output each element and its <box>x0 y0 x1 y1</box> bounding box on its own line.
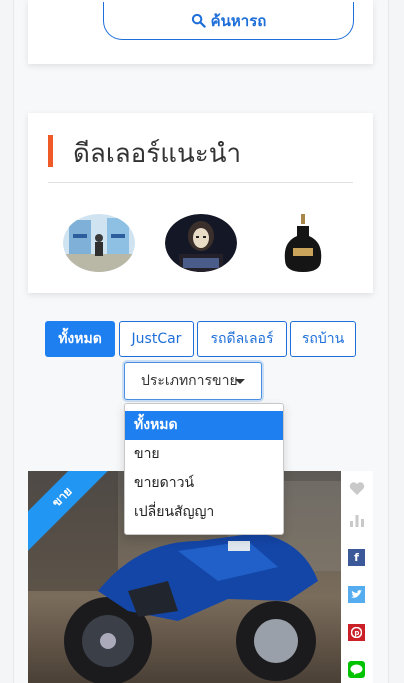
title-accent-bar <box>48 135 53 167</box>
dropdown-option-contract-transfer[interactable]: เปลี่ยนสัญญา <box>125 498 283 527</box>
dropdown-option-sale[interactable]: ขาย <box>125 440 283 469</box>
pinterest-icon[interactable]: p <box>348 624 365 641</box>
tab-justcar[interactable]: JustCar <box>119 321 194 357</box>
facebook-icon[interactable]: f <box>348 549 365 566</box>
section-title: ดีลเลอร์แนะนำ <box>73 139 242 169</box>
divider <box>48 182 353 183</box>
dealer-avatar-1[interactable] <box>63 214 135 272</box>
dropdown-option-all[interactable]: ทั้งหมด <box>125 411 283 440</box>
line-icon[interactable] <box>348 661 365 678</box>
tab-all[interactable]: ทั้งหมด <box>45 321 115 357</box>
dealer-avatar-3[interactable] <box>267 214 339 272</box>
search-button-label: ค้นหารถ <box>210 11 267 30</box>
search-car-button[interactable]: ค้นหารถ <box>103 2 354 40</box>
filter-tabs: ทั้งหมด JustCar รถดีลเลอร์ รถบ้าน <box>0 321 404 357</box>
heart-icon[interactable] <box>348 480 365 497</box>
svg-text:p: p <box>354 629 359 637</box>
tab-private-cars[interactable]: รถบ้าน <box>290 321 356 357</box>
dealer-avatar-2[interactable] <box>165 214 237 272</box>
sale-type-dropdown: ทั้งหมด ขาย ขายดาวน์ เปลี่ยนสัญญา <box>124 403 284 535</box>
search-icon <box>191 13 206 28</box>
tab-dealer-cars[interactable]: รถดีลเลอร์ <box>197 321 287 357</box>
social-share-bar: f p <box>341 471 373 683</box>
sale-type-select[interactable]: ประเภทการขาย <box>124 362 262 400</box>
stats-icon[interactable] <box>348 511 365 528</box>
recommended-dealers-card: ดีลเลอร์แนะนำ <box>28 113 373 293</box>
twitter-icon[interactable] <box>348 586 365 603</box>
search-card: ค้นหารถ <box>28 0 373 64</box>
sale-type-select-value: ประเภทการขาย <box>141 373 238 389</box>
caret-down-icon <box>235 379 245 384</box>
dropdown-option-down-payment[interactable]: ขายดาวน์ <box>125 469 283 498</box>
